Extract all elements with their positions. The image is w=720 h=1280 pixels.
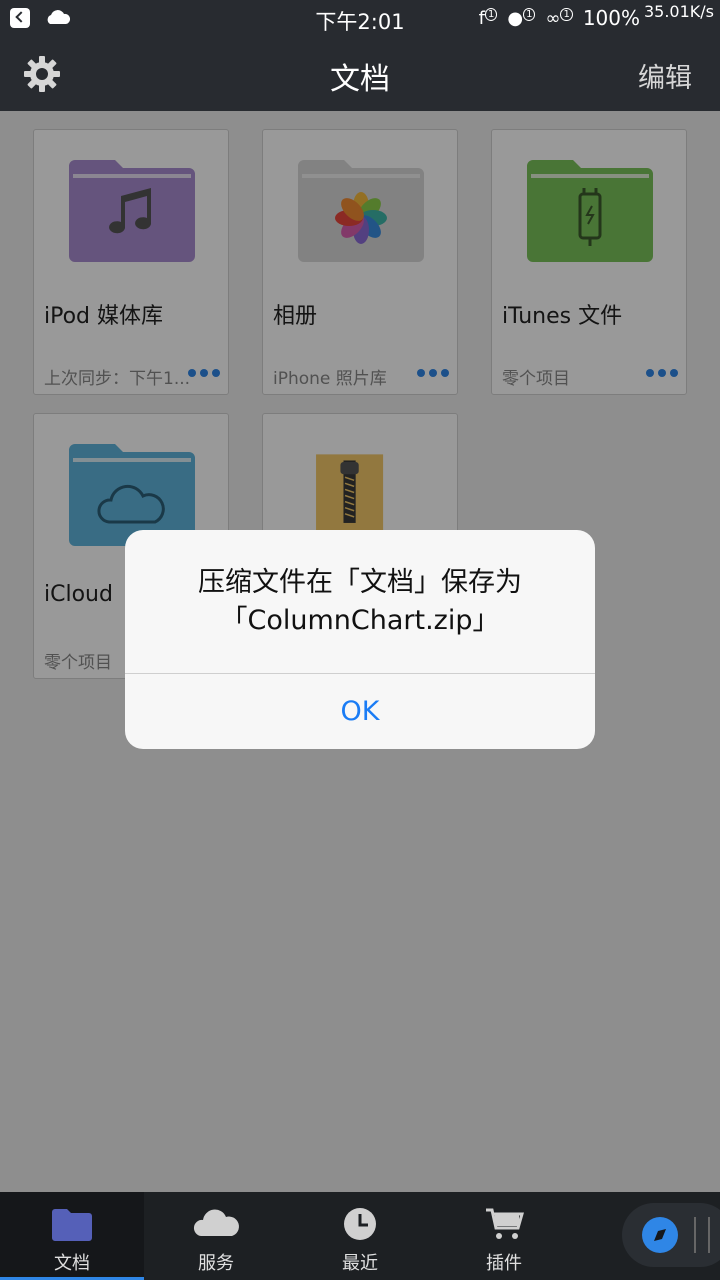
- navigation-bar: 文档 编辑: [0, 36, 720, 111]
- cloud-icon: [193, 1209, 239, 1236]
- ok-button[interactable]: OK: [125, 674, 595, 749]
- tab-label: 文档: [54, 1253, 90, 1274]
- tab-bar: 文档 服务 最近 插件: [0, 1192, 720, 1280]
- browser-floating-button[interactable]: [622, 1203, 720, 1267]
- folder-icon: [52, 1209, 92, 1241]
- compass-icon: [642, 1217, 678, 1253]
- edit-button[interactable]: 编辑: [638, 56, 692, 95]
- tab-recent[interactable]: 最近: [288, 1192, 432, 1280]
- tab-label: 服务: [198, 1253, 234, 1274]
- tab-documents[interactable]: 文档: [0, 1192, 144, 1280]
- battery-percentage: 100%: [582, 6, 640, 30]
- line-icon: ● 1: [507, 7, 536, 29]
- drag-handle-icon[interactable]: [694, 1217, 710, 1253]
- tab-label: 插件: [486, 1253, 522, 1274]
- clock-icon: [344, 1208, 376, 1240]
- network-speed: 35.01K/s: [643, 2, 714, 21]
- link-icon: ∞ 1: [545, 7, 573, 29]
- cart-icon: [486, 1208, 524, 1239]
- facebook-icon: f1: [479, 7, 498, 29]
- page-title: 文档: [330, 62, 390, 97]
- tab-plugins[interactable]: 插件: [432, 1192, 576, 1280]
- tab-services[interactable]: 服务: [144, 1192, 288, 1280]
- status-bar: 下午2:01 35.01K/s f1 ● 1 ∞ 1 100%: [0, 0, 720, 36]
- tab-label: 最近: [342, 1253, 378, 1274]
- alert-message: 压缩文件在「文档」保存为 「ColumnChart.zip」: [198, 567, 522, 636]
- alert-dialog: 压缩文件在「文档」保存为 「ColumnChart.zip」 OK: [125, 530, 595, 749]
